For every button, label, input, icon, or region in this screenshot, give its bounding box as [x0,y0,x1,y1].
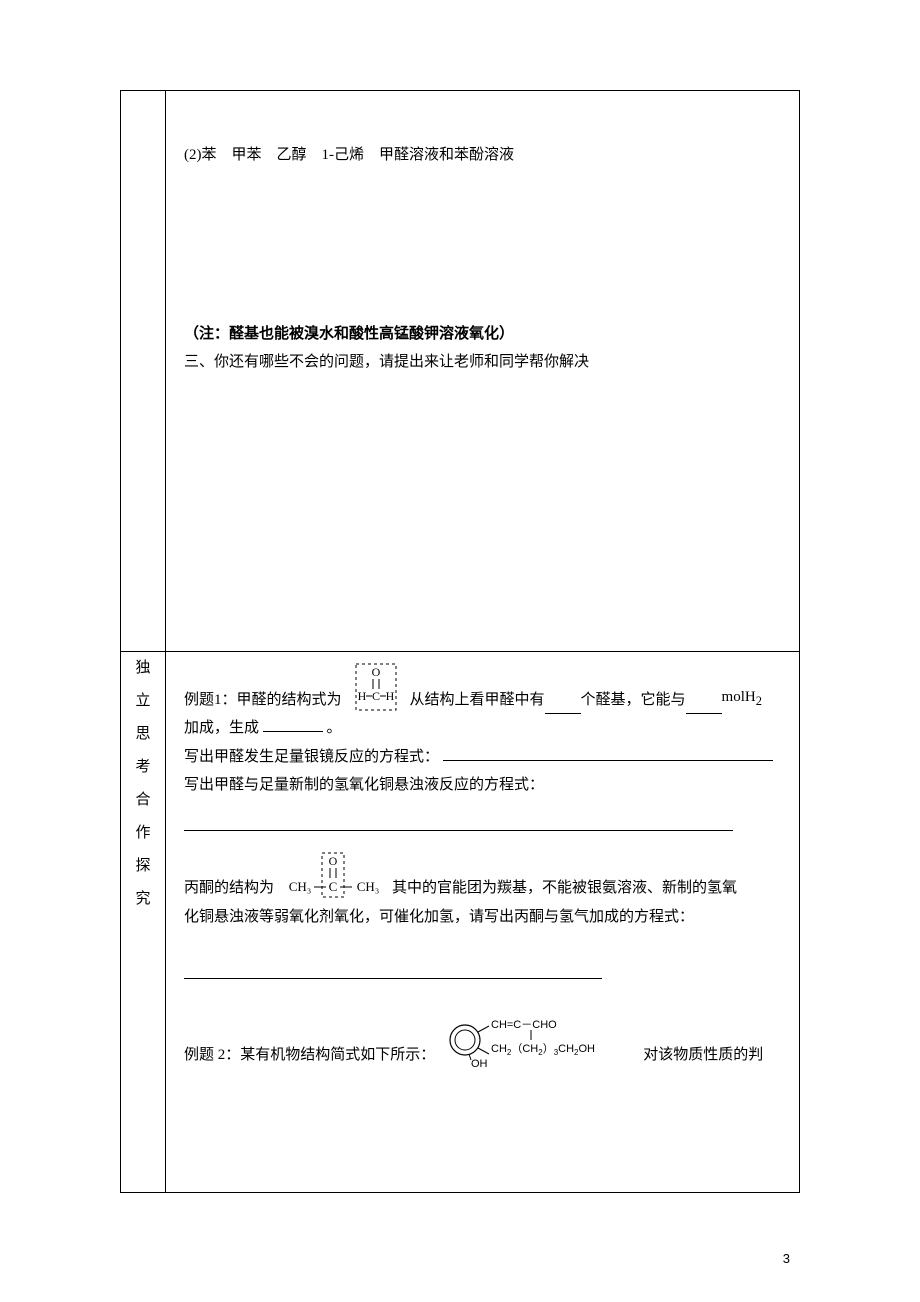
example1-line4: 写出甲醛与足量新制的氢氧化铜悬浊液反应的方程式： [184,771,781,800]
line-question: 三、你还有哪些不会的问题，请提出来让老师和同学帮你解决 [184,348,781,377]
page-number: 3 [783,1247,790,1272]
blank-cuoh2-eq [184,806,733,831]
worksheet-table: (2)苯 甲苯 乙醇 1-己烯 甲醛溶液和苯酚溶液 （注：醛基也能被溴水和酸性高… [120,90,800,1193]
formaldehyde-structure-icon: O H C H [346,662,406,714]
acetone-line1: 丙酮的结构为 O CH₃ C CH₃ [184,851,781,903]
svg-text:C: C [372,689,380,703]
ex2-text-a: 例题 2：某有机物结构简式如下所示： [184,1041,435,1070]
example1-line3: 写出甲醛发生足量银镜反应的方程式： [184,743,781,772]
row2-left-cell: 独 立 思 考 合 作 探 究 [121,652,166,1193]
ex1-text-g: 写出甲醛发生足量银镜反应的方程式： [184,749,439,765]
example2-line: 例题 2：某有机物结构简式如下所示： OH [184,1010,781,1070]
vlabel-char: 作 [135,817,150,850]
phenol-compound-structure-icon: OH CH=C－CHO CH2（CH2）3CH2OH [439,1010,639,1070]
blank-silver-mirror-eq [443,745,773,761]
vlabel-char: 考 [135,751,150,784]
ex1-text-e: 加成，生成 [184,720,259,736]
blank-aldehyde-count [545,698,581,714]
ex1-text-f: 。 [327,720,342,736]
acetone-structure-icon: O CH₃ C CH₃ [278,851,388,903]
line-substances: (2)苯 甲苯 乙醇 1-己烯 甲醛溶液和苯酚溶液 [184,141,781,170]
ex1-text-c: 个醛基，它能与 [581,686,686,715]
row2-content-cell: 例题1：甲醛的结构式为 O H [166,652,800,1193]
svg-text:O: O [371,665,380,679]
label-oh: OH [471,1058,488,1070]
svg-text:H: H [385,689,394,703]
ex1-text-d: molH2 [722,683,762,714]
blank-product [263,716,323,732]
example1-line2: 加成，生成 。 [184,714,781,743]
ex2-text-b: 对该物质性质的判 [643,1041,763,1070]
ex1-text-a: 例题1：甲醛的结构式为 [184,686,342,715]
svg-text:H: H [357,689,366,703]
vlabel-char: 思 [135,718,150,751]
example1-line1: 例题1：甲醛的结构式为 O H [184,662,781,714]
ketone-text-c: 化铜悬浊液等弱氧化剂氧化，可催化加氢，请写出丙酮与氢气加成的方程式： [184,903,781,932]
vlabel-char: 探 [135,850,150,883]
blank-acetone-h2-eq [184,963,602,979]
note-aldehyde: （注：醛基也能被溴水和酸性高锰酸钾溶液氧化） [184,320,781,349]
ex1-text-b: 从结构上看甲醛中有 [410,686,545,715]
svg-text:O: O [329,854,338,868]
svg-text:CH₃: CH₃ [357,879,380,894]
svg-text:CH2（CH2）3CH2OH: CH2（CH2）3CH2OH [491,1042,595,1057]
blank-mol-h2 [686,698,722,714]
svg-text:CH₃: CH₃ [289,879,312,894]
row1-left-cell [121,91,166,652]
vlabel-char: 究 [135,883,150,916]
row1-content-cell: (2)苯 甲苯 乙醇 1-己烯 甲醛溶液和苯酚溶液 （注：醛基也能被溴水和酸性高… [166,91,800,652]
vlabel-char: 独 [135,652,150,685]
svg-text:C: C [329,879,338,894]
ketone-text-a: 丙酮的结构为 [184,874,274,903]
vlabel-char: 立 [135,685,150,718]
vlabel-char: 合 [135,784,150,817]
label-branch1: CH=C－CHO [491,1019,557,1031]
vertical-label: 独 立 思 考 合 作 探 究 [125,652,161,916]
ketone-text-b: 其中的官能团为羰基，不能被银氨溶液、新制的氢氧 [392,874,737,903]
